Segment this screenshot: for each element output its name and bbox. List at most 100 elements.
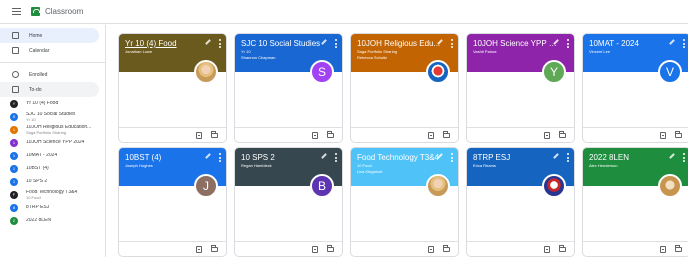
card-footer bbox=[351, 241, 458, 256]
card-teacher: Regan Hambleck bbox=[241, 163, 272, 168]
sidebar-class-item[interactable]: Y Yr 10 (4) Food bbox=[0, 97, 105, 110]
card-teacher: Rebecca Schultz bbox=[357, 55, 388, 60]
main-menu-icon[interactable] bbox=[12, 8, 21, 15]
todo-icon bbox=[12, 86, 19, 93]
card-title[interactable]: Food Technology T3&4 bbox=[357, 153, 443, 162]
folder-icon[interactable] bbox=[559, 130, 566, 138]
your-work-icon[interactable] bbox=[312, 245, 318, 253]
card-footer bbox=[119, 127, 226, 142]
folder-icon[interactable] bbox=[559, 244, 566, 252]
class-name: Yr 10 (4) Food bbox=[26, 101, 59, 106]
class-avatar: 2 bbox=[10, 216, 18, 225]
nav-item-todo[interactable]: To-do bbox=[0, 82, 99, 97]
class-avatar: 1 bbox=[10, 177, 18, 186]
more-options-icon[interactable] bbox=[334, 153, 337, 162]
nav-label-enrolled: Enrolled bbox=[29, 71, 48, 78]
more-options-icon[interactable] bbox=[450, 39, 453, 48]
folder-icon[interactable] bbox=[327, 130, 334, 138]
class-text: Food Technology T3&4 10 Food bbox=[26, 190, 77, 200]
card-title[interactable]: 10 SPS 2 bbox=[241, 153, 327, 162]
folder-icon[interactable] bbox=[675, 244, 682, 252]
class-text: Yr 10 (4) Food bbox=[26, 101, 58, 106]
folder-icon[interactable] bbox=[211, 130, 218, 138]
card-footer bbox=[235, 241, 342, 256]
your-work-icon[interactable] bbox=[196, 245, 202, 253]
more-options-icon[interactable] bbox=[566, 153, 569, 162]
card-title[interactable]: 10BST (4) bbox=[125, 153, 211, 162]
card-title[interactable]: SJC 10 Social Studies bbox=[241, 39, 327, 48]
class-text: 10JOH Religious Education... Saga Portfol… bbox=[26, 125, 91, 135]
folder-icon[interactable] bbox=[443, 244, 450, 252]
sidebar-class-item[interactable]: 1 10JOH Religious Education... Saga Portfo… bbox=[0, 123, 105, 136]
card-section: Yr 10 bbox=[241, 49, 251, 54]
more-options-icon[interactable] bbox=[450, 153, 453, 162]
class-card[interactable]: 10JOH Religious Edu... Saga Portfolio Sha… bbox=[350, 33, 459, 143]
class-card[interactable]: Yr 10 (4) Food Jonathan Lowe bbox=[118, 33, 227, 143]
class-avatar: 1 bbox=[10, 151, 18, 160]
your-work-icon[interactable] bbox=[428, 245, 434, 253]
more-options-icon[interactable] bbox=[682, 39, 685, 48]
card-footer bbox=[467, 127, 574, 142]
nav-label-calendar: Calendar bbox=[29, 47, 50, 54]
card-title[interactable]: 8TRP ESJ bbox=[473, 153, 559, 162]
your-work-icon[interactable] bbox=[428, 131, 434, 139]
card-title[interactable]: Yr 10 (4) Food bbox=[125, 39, 211, 48]
class-card[interactable]: Food Technology T3&4 10 Food Lisa Kingsfor… bbox=[350, 147, 459, 257]
folder-icon[interactable] bbox=[443, 130, 450, 138]
sidebar-class-item[interactable]: 1 10 SPS 2 bbox=[0, 175, 105, 188]
card-footer bbox=[583, 127, 688, 142]
class-avatar: 1 bbox=[10, 164, 18, 173]
sidebar-class-item[interactable]: F Food Technology T3&4 10 Food bbox=[0, 188, 105, 201]
sidebar-class-item[interactable]: 8 8TRP ESJ bbox=[0, 201, 105, 214]
class-card[interactable]: SJC 10 Social Studies Yr 10 Shannon Chapma… bbox=[234, 33, 343, 143]
sidebar: Home Calendar Enrolled To-do Y Yr 10 (4) … bbox=[0, 25, 106, 257]
folder-icon[interactable] bbox=[675, 130, 682, 138]
card-title[interactable]: 10MAT - 2024 bbox=[589, 39, 675, 48]
nav-item-enrolled[interactable]: Enrolled bbox=[0, 67, 99, 82]
home-icon bbox=[12, 32, 19, 39]
app-title[interactable]: Classroom bbox=[45, 7, 83, 16]
more-options-icon[interactable] bbox=[682, 153, 685, 162]
card-title[interactable]: 2022 8LEN bbox=[589, 153, 675, 162]
sidebar-class-item[interactable]: 1 10BST (4) bbox=[0, 162, 105, 175]
your-work-icon[interactable] bbox=[660, 245, 666, 253]
class-card[interactable]: 10MAT - 2024 Vincent Lee V bbox=[582, 33, 688, 143]
class-name: 10JOH Science YPP 2024 bbox=[26, 140, 85, 145]
teacher-avatar bbox=[194, 60, 218, 84]
class-avatar: S bbox=[10, 112, 18, 121]
more-options-icon[interactable] bbox=[218, 39, 221, 48]
calendar-icon bbox=[12, 47, 19, 54]
classroom-logo-icon[interactable] bbox=[31, 7, 40, 16]
class-avatar: 1 bbox=[10, 125, 18, 134]
folder-icon[interactable] bbox=[327, 244, 334, 252]
your-work-icon[interactable] bbox=[196, 131, 202, 139]
sidebar-class-item[interactable]: S SJC 10 Social Studies Yr 10 bbox=[0, 110, 105, 123]
your-work-icon[interactable] bbox=[544, 245, 550, 253]
card-teacher: Jonathan Lowe bbox=[125, 49, 153, 54]
class-card[interactable]: 2022 8LEN Alex Henderson bbox=[582, 147, 688, 257]
sidebar-class-item[interactable]: 1 10JOH Science YPP 2024 bbox=[0, 136, 105, 149]
teacher-avatar: Y bbox=[542, 60, 566, 84]
card-title[interactable]: 10JOH Religious Edu... bbox=[357, 39, 443, 48]
your-work-icon[interactable] bbox=[312, 131, 318, 139]
class-card[interactable]: 8TRP ESJ Erica Reams bbox=[466, 147, 575, 257]
more-options-icon[interactable] bbox=[218, 153, 221, 162]
nav-item-home[interactable]: Home bbox=[0, 28, 99, 43]
class-card[interactable]: 10JOH Science YPP 2... Vashti Palora Y bbox=[466, 33, 575, 143]
folder-icon[interactable] bbox=[211, 244, 218, 252]
teacher-avatar: J bbox=[194, 174, 218, 198]
more-options-icon[interactable] bbox=[334, 39, 337, 48]
sidebar-class-item[interactable]: 1 10MAT - 2024 bbox=[0, 149, 105, 162]
more-options-icon[interactable] bbox=[566, 39, 569, 48]
class-text: 10BST (4) bbox=[26, 166, 49, 171]
class-card[interactable]: 10 SPS 2 Regan Hambleck B bbox=[234, 147, 343, 257]
class-name: 2022 8LEN bbox=[26, 218, 52, 223]
card-title[interactable]: 10JOH Science YPP 2... bbox=[473, 39, 559, 48]
your-work-icon[interactable] bbox=[660, 131, 666, 139]
enrolled-class-list: Y Yr 10 (4) Food S SJC 10 Social Studies Yr … bbox=[0, 97, 105, 227]
your-work-icon[interactable] bbox=[544, 131, 550, 139]
sidebar-class-item[interactable]: 2 2022 8LEN bbox=[0, 214, 105, 227]
card-teacher: Alex Henderson bbox=[589, 163, 618, 168]
nav-item-calendar[interactable]: Calendar bbox=[0, 43, 99, 58]
class-card[interactable]: 10BST (4) Joseph Hughes J bbox=[118, 147, 227, 257]
